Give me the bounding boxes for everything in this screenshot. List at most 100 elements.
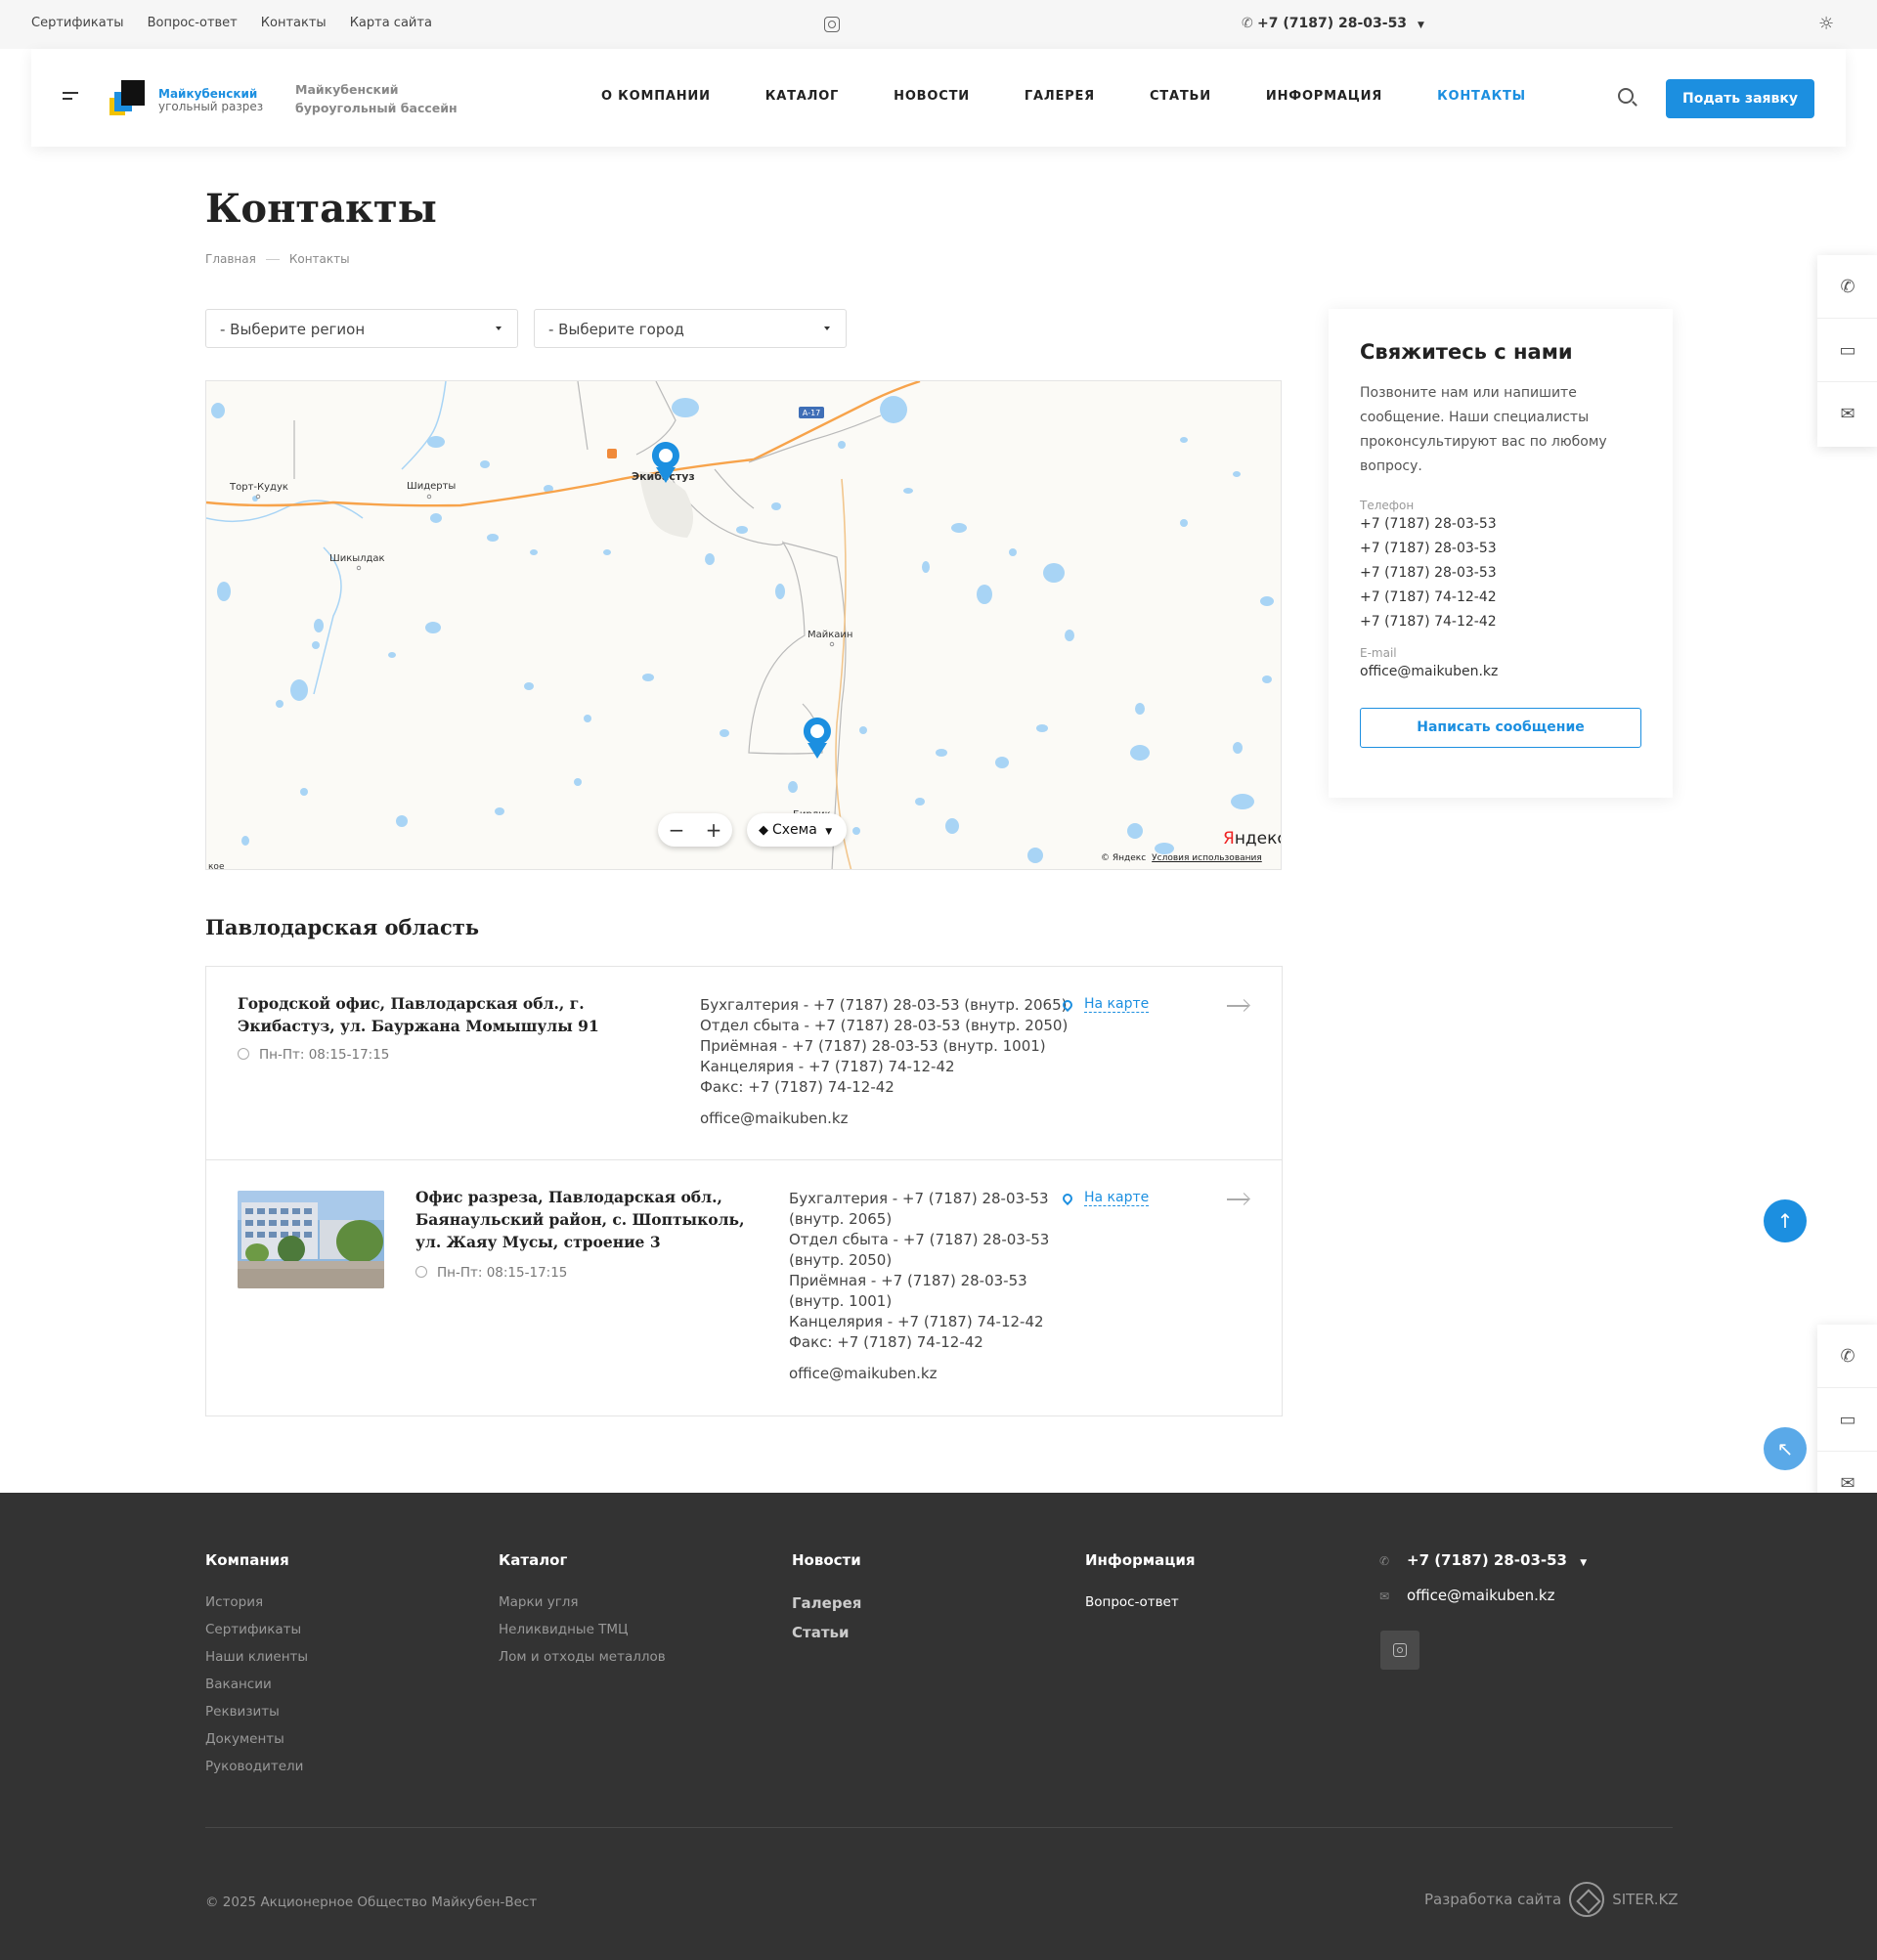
footer-link[interactable]: Руководители: [205, 1753, 308, 1780]
footer-link[interactable]: Лом и отходы металлов: [499, 1643, 666, 1671]
breadcrumb-separator: [265, 258, 280, 260]
footer-col-title[interactable]: Каталог: [499, 1551, 666, 1569]
nav-item-contacts[interactable]: КОНТАКТЫ: [1437, 89, 1526, 104]
chat-icon[interactable]: ▭: [1817, 319, 1877, 382]
footer-link[interactable]: Документы: [205, 1725, 308, 1753]
footer-col-title[interactable]: Новости: [792, 1551, 861, 1569]
breadcrumb-home[interactable]: Главная: [205, 252, 256, 266]
footer-link[interactable]: История: [205, 1589, 308, 1616]
top-link-sitemap[interactable]: Карта сайта: [350, 16, 432, 30]
footer-link[interactable]: Сертификаты: [205, 1616, 308, 1643]
office-phone-line[interactable]: Отдел сбыта - +7 (7187) 28-03-53 (внутр.…: [700, 1016, 1068, 1036]
email-value[interactable]: office@maikuben.kz: [1360, 660, 1641, 684]
show-on-map-link[interactable]: На карте: [1084, 1190, 1150, 1206]
nav-item-news[interactable]: НОВОСТИ: [894, 89, 970, 104]
phone-value[interactable]: +7 (7187) 28-03-53: [1360, 512, 1641, 537]
instagram-icon[interactable]: [824, 17, 840, 32]
phone-value[interactable]: +7 (7187) 28-03-53: [1360, 537, 1641, 561]
menu-burger-icon[interactable]: [63, 92, 78, 104]
footer-link[interactable]: Наши клиенты: [205, 1643, 308, 1671]
phone-value[interactable]: +7 (7187) 28-03-53: [1360, 561, 1641, 586]
office-phone-line[interactable]: Факс: +7 (7187) 74-12-42: [700, 1077, 1068, 1098]
footer-email[interactable]: ✉ office@maikuben.kz: [1379, 1587, 1554, 1604]
callback-icon[interactable]: ✆: [1817, 1325, 1877, 1388]
callback-icon[interactable]: ✆: [1817, 255, 1877, 319]
footer-col-news: Новости Галерея Статьи: [792, 1551, 861, 1647]
top-phone[interactable]: ✆ +7 (7187) 28-03-53 ▼: [1242, 16, 1424, 31]
developer-brand: SITER.KZ: [1612, 1891, 1679, 1908]
chat-icon[interactable]: ▭: [1817, 1388, 1877, 1452]
yandex-map[interactable]: А-17 Торт-Кудук Шидерты Экибастуз Шикылд…: [205, 380, 1282, 870]
footer-col-title[interactable]: Информация: [1085, 1551, 1196, 1569]
top-link-contacts[interactable]: Контакты: [261, 16, 327, 30]
footer-link[interactable]: Неликвидные ТМЦ: [499, 1616, 666, 1643]
yandex-logo[interactable]: Яндекс: [1223, 829, 1281, 849]
phone-value[interactable]: +7 (7187) 74-12-42: [1360, 610, 1641, 634]
theme-toggle-icon[interactable]: ☼: [1818, 14, 1834, 34]
offices-list: Городской офис, Павлодарская обл., г. Эк…: [205, 966, 1283, 1416]
arrow-right-icon[interactable]: [1227, 1198, 1248, 1200]
office-phone-line[interactable]: Факс: +7 (7187) 74-12-42: [789, 1332, 1049, 1353]
top-link-certificates[interactable]: Сертификаты: [31, 16, 124, 30]
city-select-value: - Выберите город: [548, 321, 684, 338]
office-phone-line[interactable]: Бухгалтерия - +7 (7187) 28-03-53 (внутр.…: [700, 995, 1068, 1016]
office-item[interactable]: Городской офис, Павлодарская обл., г. Эк…: [206, 967, 1282, 1160]
zoom-in-button[interactable]: +: [706, 818, 722, 842]
footer-col-title[interactable]: Компания: [205, 1551, 308, 1569]
nav-item-catalog[interactable]: КАТАЛОГ: [765, 89, 839, 104]
collapse-widget-button[interactable]: ↖: [1764, 1427, 1807, 1470]
apply-button[interactable]: Подать заявку: [1666, 79, 1814, 118]
footer-link[interactable]: Вопрос-ответ: [1085, 1589, 1196, 1616]
logo-text[interactable]: Майкубенский угольный разрез: [158, 88, 263, 113]
office-phone-line[interactable]: Бухгалтерия - +7 (7187) 28-03-53: [789, 1189, 1049, 1209]
footer-phone-number[interactable]: +7 (7187) 28-03-53: [1407, 1551, 1567, 1569]
search-icon[interactable]: [1618, 88, 1634, 104]
instagram-icon[interactable]: [1380, 1631, 1419, 1670]
scroll-top-button[interactable]: ↑: [1764, 1199, 1807, 1242]
logo-mark[interactable]: [109, 80, 149, 117]
chevron-down-icon[interactable]: ▼: [1580, 1558, 1587, 1568]
nav-item-about[interactable]: О КОМПАНИИ: [601, 89, 711, 104]
footer-link[interactable]: Марки угля: [499, 1589, 666, 1616]
zoom-out-button[interactable]: −: [669, 818, 685, 842]
map-layers-button[interactable]: ◆ Схема ▼: [747, 813, 847, 847]
map-pin-office2[interactable]: [803, 718, 831, 759]
footer-link[interactable]: Реквизиты: [205, 1698, 308, 1725]
office-email[interactable]: office@maikuben.kz: [789, 1365, 937, 1382]
footer-link[interactable]: Вакансии: [205, 1671, 308, 1698]
chevron-down-icon[interactable]: ▼: [1418, 21, 1424, 30]
map-terms-link[interactable]: Условия использования: [1152, 853, 1262, 863]
nav-item-gallery[interactable]: ГАЛЕРЕЯ: [1025, 89, 1095, 104]
chevron-down-icon: [496, 327, 502, 330]
office-photo[interactable]: [238, 1191, 384, 1288]
office-phone-line[interactable]: Канцелярия - +7 (7187) 74-12-42: [789, 1312, 1049, 1332]
city-select[interactable]: - Выберите город: [534, 309, 847, 348]
office-item[interactable]: Офис разреза, Павлодарская обл., Баянаул…: [206, 1160, 1282, 1416]
footer-link[interactable]: Галерея: [792, 1589, 861, 1618]
phone-value[interactable]: +7 (7187) 74-12-42: [1360, 586, 1641, 610]
footer-link[interactable]: Статьи: [792, 1618, 861, 1647]
side-contact-widget: ✆ ▭ ✉: [1817, 1325, 1877, 1516]
show-on-map-link[interactable]: На карте: [1084, 996, 1150, 1013]
top-link-faq[interactable]: Вопрос-ответ: [148, 16, 238, 30]
arrow-right-icon[interactable]: [1227, 1005, 1248, 1007]
mail-icon[interactable]: ✉: [1817, 382, 1877, 446]
header-slogan: Майкубенский буроугольный бассейн: [295, 80, 458, 117]
nav-item-info[interactable]: ИНФОРМАЦИЯ: [1266, 89, 1382, 104]
footer-email-address[interactable]: office@maikuben.kz: [1407, 1587, 1554, 1604]
fuel-icon: [607, 449, 617, 458]
office-phone-line[interactable]: Приёмная - +7 (7187) 28-03-53: [789, 1271, 1049, 1291]
office-phone-line[interactable]: Канцелярия - +7 (7187) 74-12-42: [700, 1057, 1068, 1077]
write-message-button[interactable]: Написать сообщение: [1360, 708, 1641, 748]
office-phone-line[interactable]: Приёмная - +7 (7187) 28-03-53 (внутр. 10…: [700, 1036, 1068, 1057]
region-select[interactable]: - Выберите регион: [205, 309, 518, 348]
office-phone-line[interactable]: Отдел сбыта - +7 (7187) 28-03-53: [789, 1230, 1049, 1250]
developer-credit[interactable]: Разработка сайта SITER.KZ: [1424, 1882, 1679, 1917]
place-label: Шидерты: [407, 481, 456, 492]
office-email[interactable]: office@maikuben.kz: [700, 1110, 848, 1127]
map-lakes: [211, 396, 1274, 863]
footer-phone[interactable]: ✆ +7 (7187) 28-03-53 ▼: [1379, 1551, 1587, 1569]
nav-item-articles[interactable]: СТАТЬИ: [1150, 89, 1211, 104]
map-highway: [206, 381, 921, 507]
top-phone-number[interactable]: +7 (7187) 28-03-53: [1257, 16, 1407, 31]
